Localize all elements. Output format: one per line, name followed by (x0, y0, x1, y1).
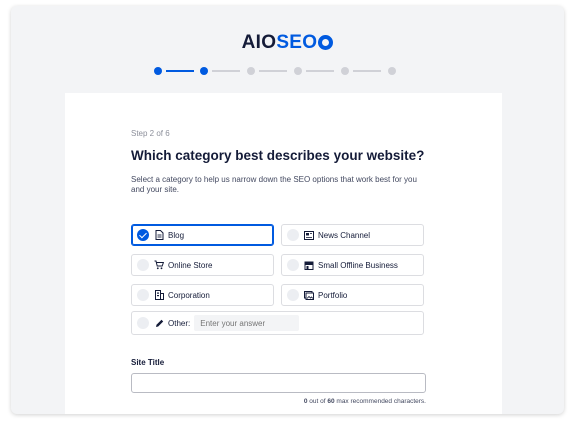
step-progress (154, 65, 404, 77)
category-option-online-store[interactable]: Online Store (131, 254, 274, 276)
step-dot-5 (341, 67, 349, 75)
radio-checked-icon (137, 229, 149, 241)
newspaper-icon (304, 230, 314, 240)
step-dot-3 (247, 67, 255, 75)
category-option-blog[interactable]: Blog (131, 224, 274, 246)
store-icon (304, 260, 314, 270)
cart-icon (154, 260, 164, 270)
building-icon (154, 290, 164, 300)
step-line-5 (353, 70, 381, 72)
radio-icon (137, 259, 149, 271)
category-label: Online Store (168, 260, 213, 270)
category-option-corporation[interactable]: Corporation (131, 284, 274, 306)
character-max: 60 (327, 398, 335, 405)
step-dot-2 (200, 67, 208, 75)
radio-icon (137, 317, 149, 329)
step-dot-1 (154, 67, 162, 75)
category-option-portfolio[interactable]: Portfolio (281, 284, 424, 306)
site-title-input[interactable] (131, 373, 426, 393)
counter-text-suffix: max recommended characters. (334, 398, 426, 405)
character-counter: 0 out of 60 max recommended characters. (131, 398, 426, 405)
category-label: Corporation (168, 290, 210, 300)
page-title: Which category best describes your websi… (131, 148, 425, 163)
logo-seo-text: SEO (276, 32, 318, 53)
other-label: Other: (168, 318, 191, 328)
step-dot-6 (388, 67, 396, 75)
counter-text-middle: out of (307, 398, 328, 405)
site-title-label: Site Title (131, 358, 165, 367)
step-line-1 (166, 70, 194, 72)
logo-gear-icon (318, 35, 334, 50)
page-description: Select a category to help us narrow down… (131, 175, 417, 194)
category-label: Blog (168, 230, 185, 240)
image-icon (304, 290, 314, 300)
logo-aio-text: AIO (241, 32, 277, 53)
category-option-news-channel[interactable]: News Channel (281, 224, 424, 246)
aioseo-logo: AIOSEO (11, 32, 564, 54)
category-label: News Channel (318, 230, 371, 240)
category-label: Portfolio (318, 290, 348, 300)
other-answer-input[interactable] (194, 315, 300, 331)
category-option-small-offline-business[interactable]: Small Offline Business (281, 254, 424, 276)
wizard-window: AIOSEO Step 2 of 6 Which category best d… (11, 6, 564, 414)
wizard-card: Step 2 of 6 Which category best describe… (65, 93, 502, 414)
category-label: Small Offline Business (318, 260, 398, 270)
step-line-4 (306, 70, 334, 72)
radio-icon (287, 259, 299, 271)
pencil-icon (154, 318, 164, 328)
radio-icon (287, 229, 299, 241)
radio-icon (287, 289, 299, 301)
step-dot-4 (294, 67, 302, 75)
step-label: Step 2 of 6 (131, 129, 170, 138)
radio-icon (137, 289, 149, 301)
step-line-3 (259, 70, 287, 72)
document-icon (154, 230, 164, 240)
category-option-other[interactable]: Other: (131, 311, 424, 335)
step-line-2 (212, 70, 240, 72)
